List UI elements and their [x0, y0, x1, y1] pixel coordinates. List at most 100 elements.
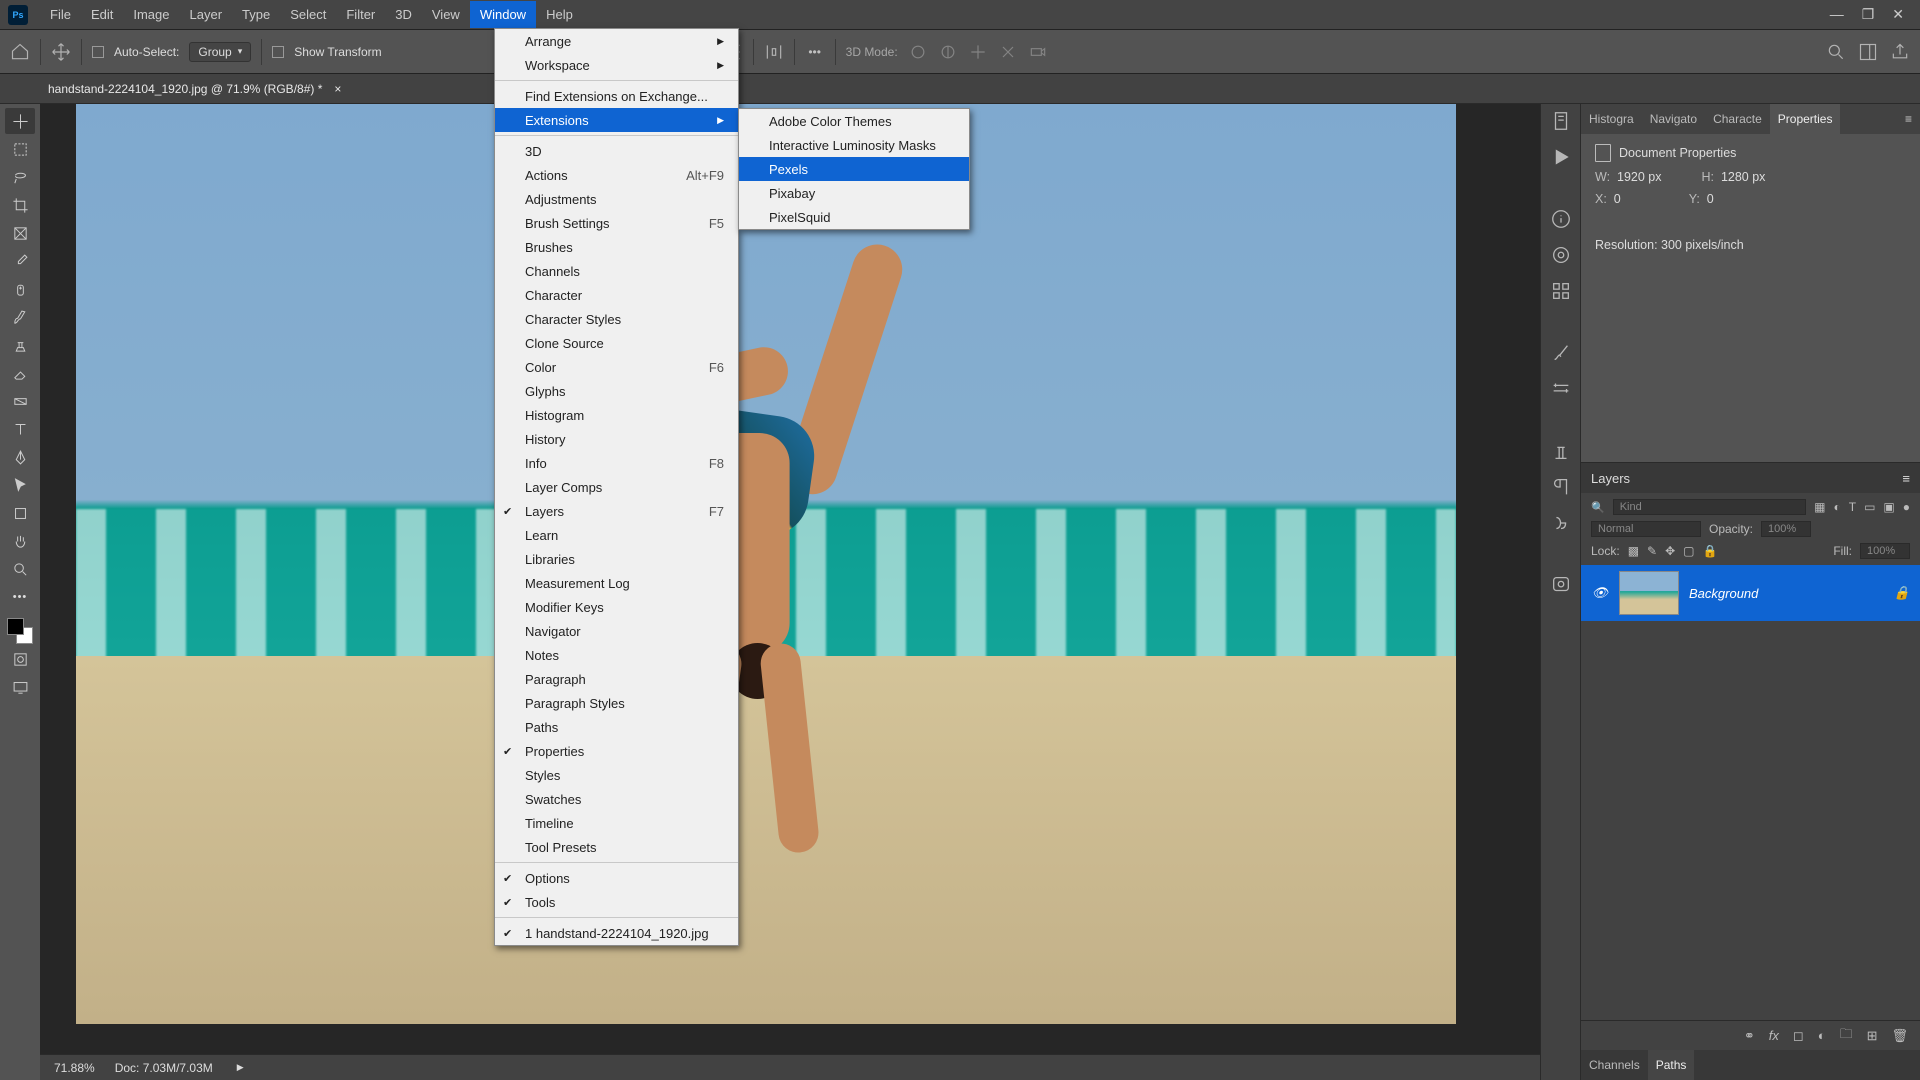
menu-item[interactable]: Glyphs: [495, 379, 738, 403]
blend-mode-dropdown[interactable]: Normal: [1591, 521, 1701, 537]
brush-settings-panel-icon[interactable]: [1550, 378, 1572, 400]
menu-item[interactable]: Layer Comps: [495, 475, 738, 499]
marquee-tool[interactable]: [5, 136, 35, 162]
fill-input[interactable]: 100%: [1860, 543, 1910, 559]
tab-navigator[interactable]: Navigato: [1642, 104, 1705, 134]
window-menu[interactable]: Arrange▶Workspace▶ Find Extensions on Exc…: [494, 28, 739, 946]
tab-properties[interactable]: Properties: [1770, 104, 1841, 134]
eyedropper-tool[interactable]: [5, 248, 35, 274]
filter-adjust-icon[interactable]: ◐: [1833, 500, 1840, 514]
foreground-color[interactable]: [7, 618, 24, 635]
panel-menu-icon[interactable]: ≡: [1897, 112, 1920, 126]
menu-item[interactable]: Brushes: [495, 235, 738, 259]
menu-item[interactable]: Libraries: [495, 547, 738, 571]
menu-item[interactable]: Styles: [495, 763, 738, 787]
tab-channels[interactable]: Channels: [1581, 1050, 1648, 1080]
clone-source-panel-icon[interactable]: [1550, 440, 1572, 462]
zoom-level[interactable]: 71.88%: [54, 1061, 95, 1075]
menu-layer[interactable]: Layer: [180, 1, 233, 28]
layers-panel-title[interactable]: Layers: [1591, 471, 1630, 486]
layer-thumbnail[interactable]: [1619, 571, 1679, 615]
menu-item[interactable]: Modifier Keys: [495, 595, 738, 619]
auto-select-checkbox[interactable]: [92, 46, 104, 58]
menu-item[interactable]: ✔Tools: [495, 890, 738, 914]
menu-item[interactable]: Interactive Luminosity Masks: [739, 133, 969, 157]
menu-view[interactable]: View: [422, 1, 470, 28]
menu-item[interactable]: Clone Source: [495, 331, 738, 355]
more-icon[interactable]: •••: [805, 42, 825, 62]
menu-item[interactable]: Adobe Color Themes: [739, 109, 969, 133]
menu-item[interactable]: InfoF8: [495, 451, 738, 475]
menu-edit[interactable]: Edit: [81, 1, 123, 28]
panel-menu-icon[interactable]: ≡: [1902, 471, 1910, 486]
menu-item[interactable]: ✔Options: [495, 866, 738, 890]
layer-fx-icon[interactable]: fx: [1769, 1028, 1779, 1043]
tab-character[interactable]: Characte: [1705, 104, 1770, 134]
menu-file[interactable]: File: [40, 1, 81, 28]
paragraph-panel-icon[interactable]: [1550, 476, 1572, 498]
menu-item[interactable]: ✔1 handstand-2224104_1920.jpg: [495, 921, 738, 945]
tab-paths[interactable]: Paths: [1648, 1050, 1695, 1080]
healing-brush-tool[interactable]: [5, 276, 35, 302]
workspace-icon[interactable]: [1858, 42, 1878, 62]
menu-item[interactable]: ✔Properties: [495, 739, 738, 763]
menu-item[interactable]: Paragraph: [495, 667, 738, 691]
minimize-button[interactable]: —: [1830, 6, 1844, 23]
move-tool-icon[interactable]: [51, 42, 71, 62]
status-menu-icon[interactable]: ▶: [237, 1062, 244, 1073]
menu-item[interactable]: Character: [495, 283, 738, 307]
pen-tool[interactable]: [5, 444, 35, 470]
filter-shape-icon[interactable]: ▭: [1864, 500, 1875, 514]
menu-item[interactable]: Measurement Log: [495, 571, 738, 595]
menu-item[interactable]: PixelSquid: [739, 205, 969, 229]
menu-item[interactable]: 3D: [495, 139, 738, 163]
menu-item[interactable]: Workspace▶: [495, 53, 738, 77]
document-tab[interactable]: handstand-2224104_1920.jpg @ 71.9% (RGB/…: [48, 82, 341, 96]
lock-position-icon[interactable]: ✥: [1665, 544, 1675, 558]
menu-3d[interactable]: 3D: [385, 1, 422, 28]
show-transform-checkbox[interactable]: [272, 46, 284, 58]
search-icon[interactable]: [1826, 42, 1846, 62]
menu-item[interactable]: Swatches: [495, 787, 738, 811]
filter-pixel-icon[interactable]: ▦: [1814, 500, 1825, 514]
filter-type-icon[interactable]: T: [1849, 500, 1856, 514]
lock-transparency-icon[interactable]: ▩: [1628, 544, 1639, 558]
menu-item[interactable]: Learn: [495, 523, 738, 547]
layer-row[interactable]: 👁 Background 🔒: [1581, 565, 1920, 621]
eraser-tool[interactable]: [5, 360, 35, 386]
brushes-panel-icon[interactable]: [1550, 342, 1572, 364]
menu-item[interactable]: Character Styles: [495, 307, 738, 331]
history-panel-icon[interactable]: [1550, 110, 1572, 132]
menu-item[interactable]: Paragraph Styles: [495, 691, 738, 715]
menu-item[interactable]: Find Extensions on Exchange...: [495, 84, 738, 108]
canvas[interactable]: [76, 104, 1456, 1024]
quick-mask-tool[interactable]: [5, 646, 35, 672]
new-layer-icon[interactable]: ⊞: [1867, 1028, 1878, 1044]
learn-panel-icon[interactable]: [1550, 574, 1572, 596]
menu-select[interactable]: Select: [280, 1, 336, 28]
layer-name[interactable]: Background: [1689, 586, 1758, 601]
edit-toolbar[interactable]: •••: [5, 584, 35, 610]
visibility-icon[interactable]: 👁: [1591, 585, 1609, 601]
menu-window[interactable]: Window: [470, 1, 536, 28]
menu-item[interactable]: Tool Presets: [495, 835, 738, 859]
clone-stamp-tool[interactable]: [5, 332, 35, 358]
opacity-input[interactable]: 100%: [1761, 521, 1811, 537]
menu-item[interactable]: Arrange▶: [495, 29, 738, 53]
distribute-icon[interactable]: [764, 42, 784, 62]
layer-filter-input[interactable]: Kind: [1613, 499, 1806, 515]
lock-artboard-icon[interactable]: ▢: [1683, 544, 1694, 558]
menu-item[interactable]: Pexels: [739, 157, 969, 181]
menu-item[interactable]: Timeline: [495, 811, 738, 835]
link-layers-icon[interactable]: ⚭: [1744, 1028, 1755, 1044]
menu-item[interactable]: ColorF6: [495, 355, 738, 379]
brush-tool[interactable]: [5, 304, 35, 330]
filter-toggle[interactable]: ●: [1903, 500, 1910, 514]
extensions-submenu[interactable]: Adobe Color ThemesInteractive Luminosity…: [738, 108, 970, 230]
lasso-tool[interactable]: [5, 164, 35, 190]
layer-mask-icon[interactable]: ◻: [1793, 1028, 1804, 1044]
gradient-tool[interactable]: [5, 388, 35, 414]
color-swatch[interactable]: [7, 618, 33, 644]
close-tab-icon[interactable]: ×: [334, 82, 341, 96]
type-tool[interactable]: [5, 416, 35, 442]
